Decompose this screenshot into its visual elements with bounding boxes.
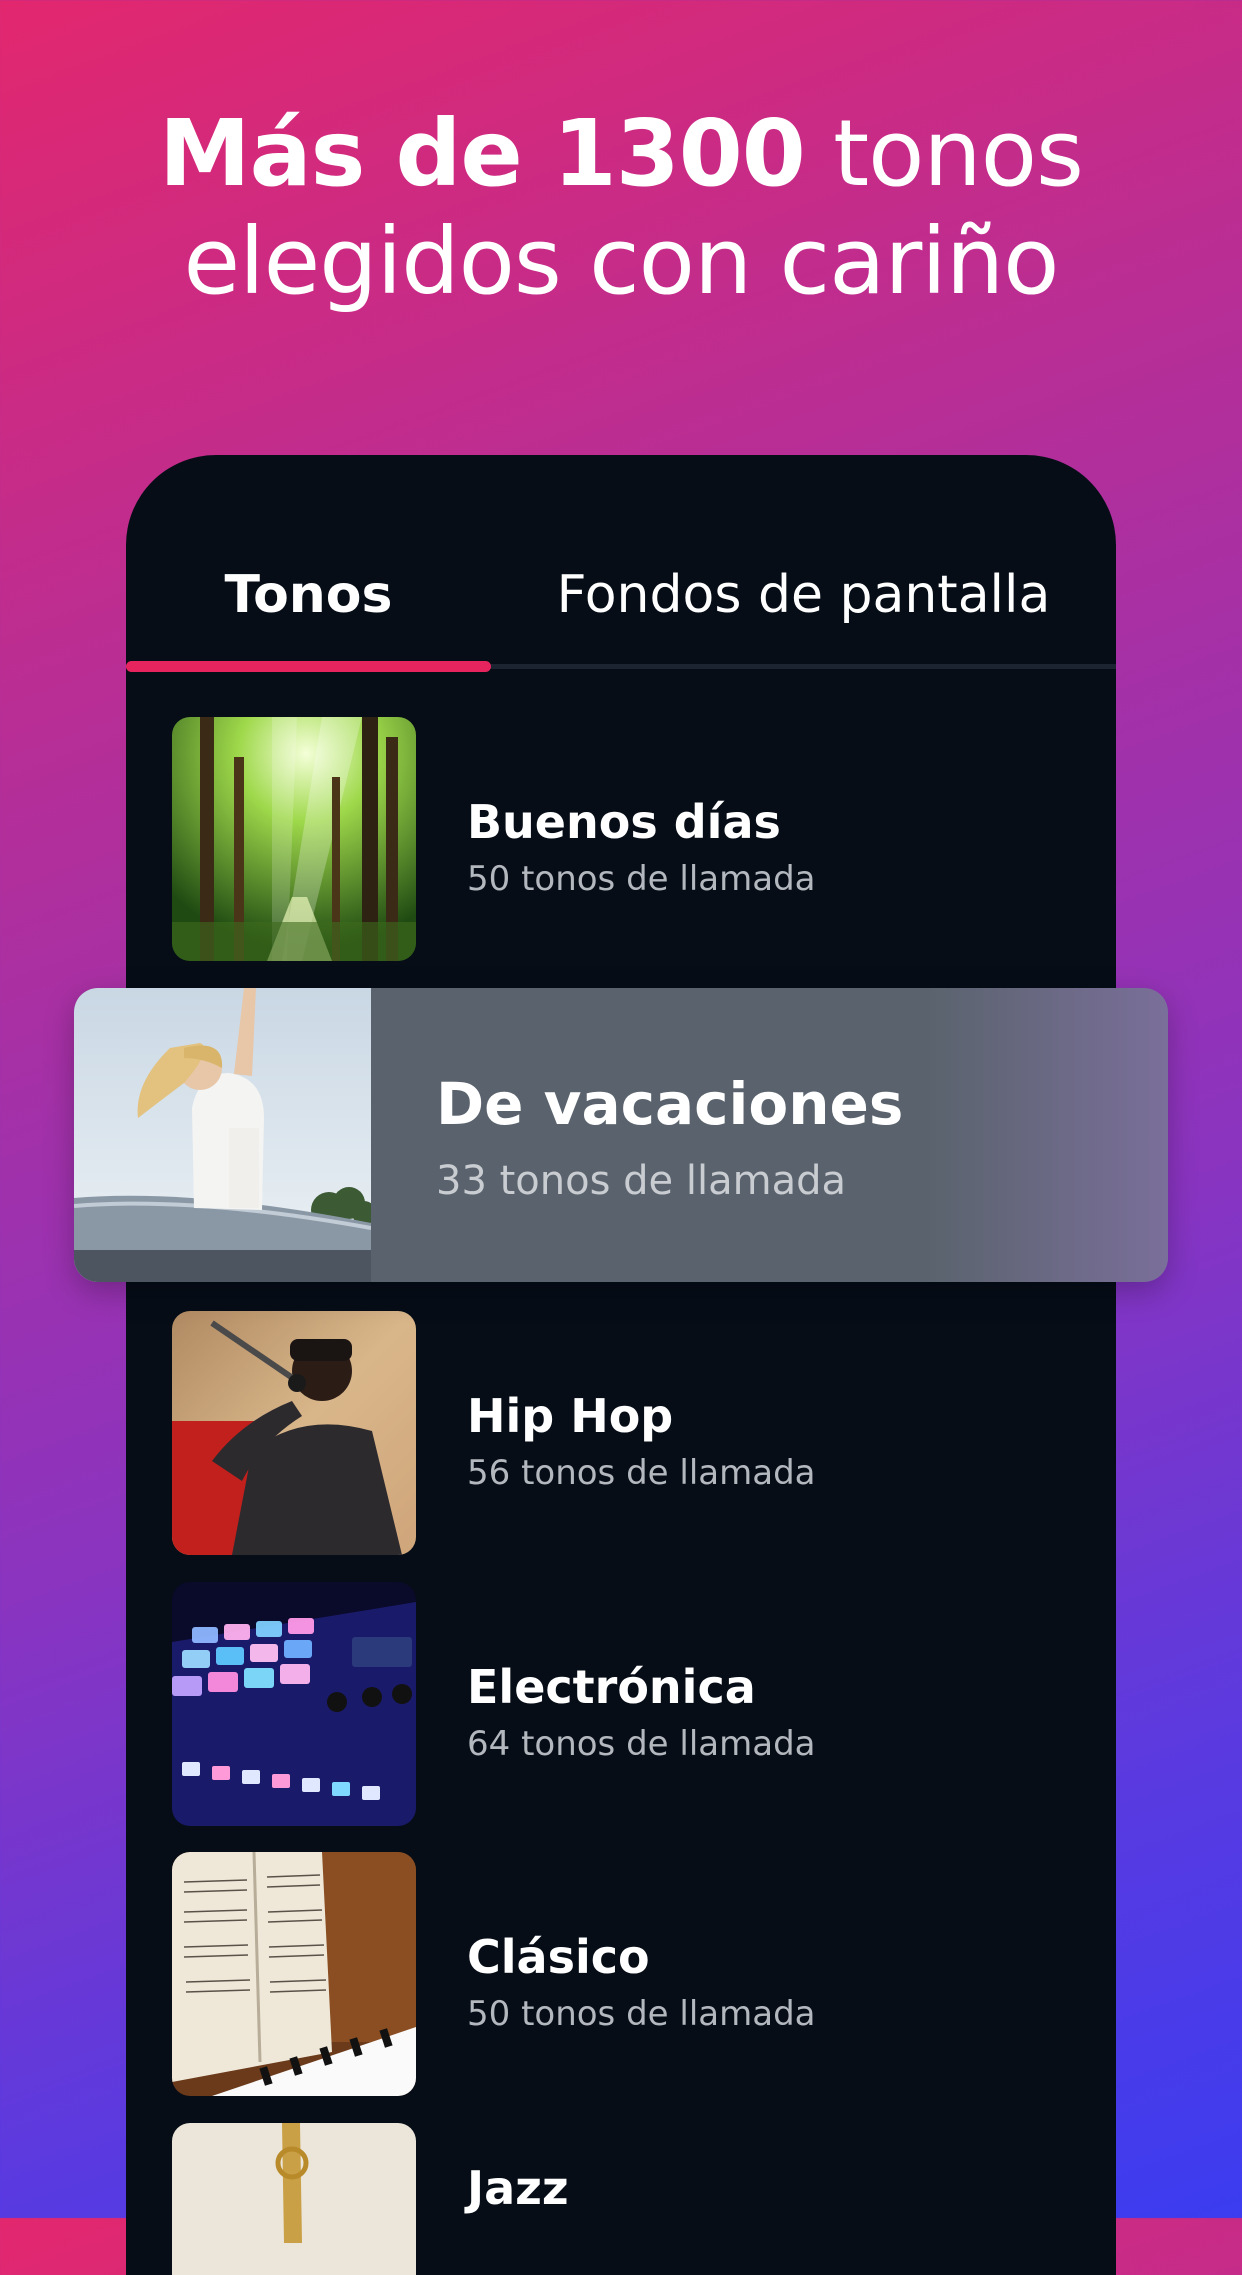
featured-category-count: 33 tonos de llamada xyxy=(436,1158,846,1204)
tab-bar: Tonos Fondos de pantalla xyxy=(126,455,1116,672)
sheet-music-piano-photo xyxy=(172,1852,416,2096)
phone-screen: Tonos Fondos de pantalla Buenos días 50 … xyxy=(126,455,1116,2275)
headline-line-1: Más de 1300 tonos xyxy=(0,100,1242,208)
headline-bold-text: Más de 1300 xyxy=(159,100,806,207)
category-title: Electrónica xyxy=(467,1660,756,1714)
trumpet-photo xyxy=(172,2123,416,2275)
category-row-buenos-dias[interactable]: Buenos días 50 tonos de llamada xyxy=(126,717,1116,961)
category-count: 50 tonos de llamada xyxy=(467,859,816,899)
category-title: Jazz xyxy=(467,2161,569,2215)
category-row-hip-hop[interactable]: Hip Hop 56 tonos de llamada xyxy=(126,1311,1116,1555)
category-row-electronica[interactable]: Electrónica 64 tonos de llamada xyxy=(126,1582,1116,1826)
headline: Más de 1300 tonos elegidos con cariño xyxy=(0,100,1242,316)
category-count: 56 tonos de llamada xyxy=(467,1453,816,1493)
headline-line-2: elegidos con cariño xyxy=(183,208,1060,315)
tab-active-indicator xyxy=(126,661,491,672)
tab-fondos-de-pantalla[interactable]: Fondos de pantalla xyxy=(491,565,1116,625)
category-title: Hip Hop xyxy=(467,1389,674,1443)
featured-category-title: De vacaciones xyxy=(436,1070,904,1138)
featured-category-card[interactable]: De vacaciones 33 tonos de llamada xyxy=(74,988,1168,1282)
headline-light-text: tonos xyxy=(833,100,1084,207)
tab-tonos[interactable]: Tonos xyxy=(126,565,491,625)
woman-on-car-roof-photo xyxy=(74,988,371,1282)
rapper-microphone-photo xyxy=(172,1311,416,1555)
drum-pad-controller-photo xyxy=(172,1582,416,1826)
category-title: Buenos días xyxy=(467,795,781,849)
category-row-jazz[interactable]: Jazz xyxy=(126,2123,1116,2275)
category-count: 64 tonos de llamada xyxy=(467,1724,816,1764)
category-title: Clásico xyxy=(467,1930,650,1984)
forest-sunlight-photo xyxy=(172,717,416,961)
category-count: 50 tonos de llamada xyxy=(467,1994,816,2034)
category-row-clasico[interactable]: Clásico 50 tonos de llamada xyxy=(126,1852,1116,2096)
